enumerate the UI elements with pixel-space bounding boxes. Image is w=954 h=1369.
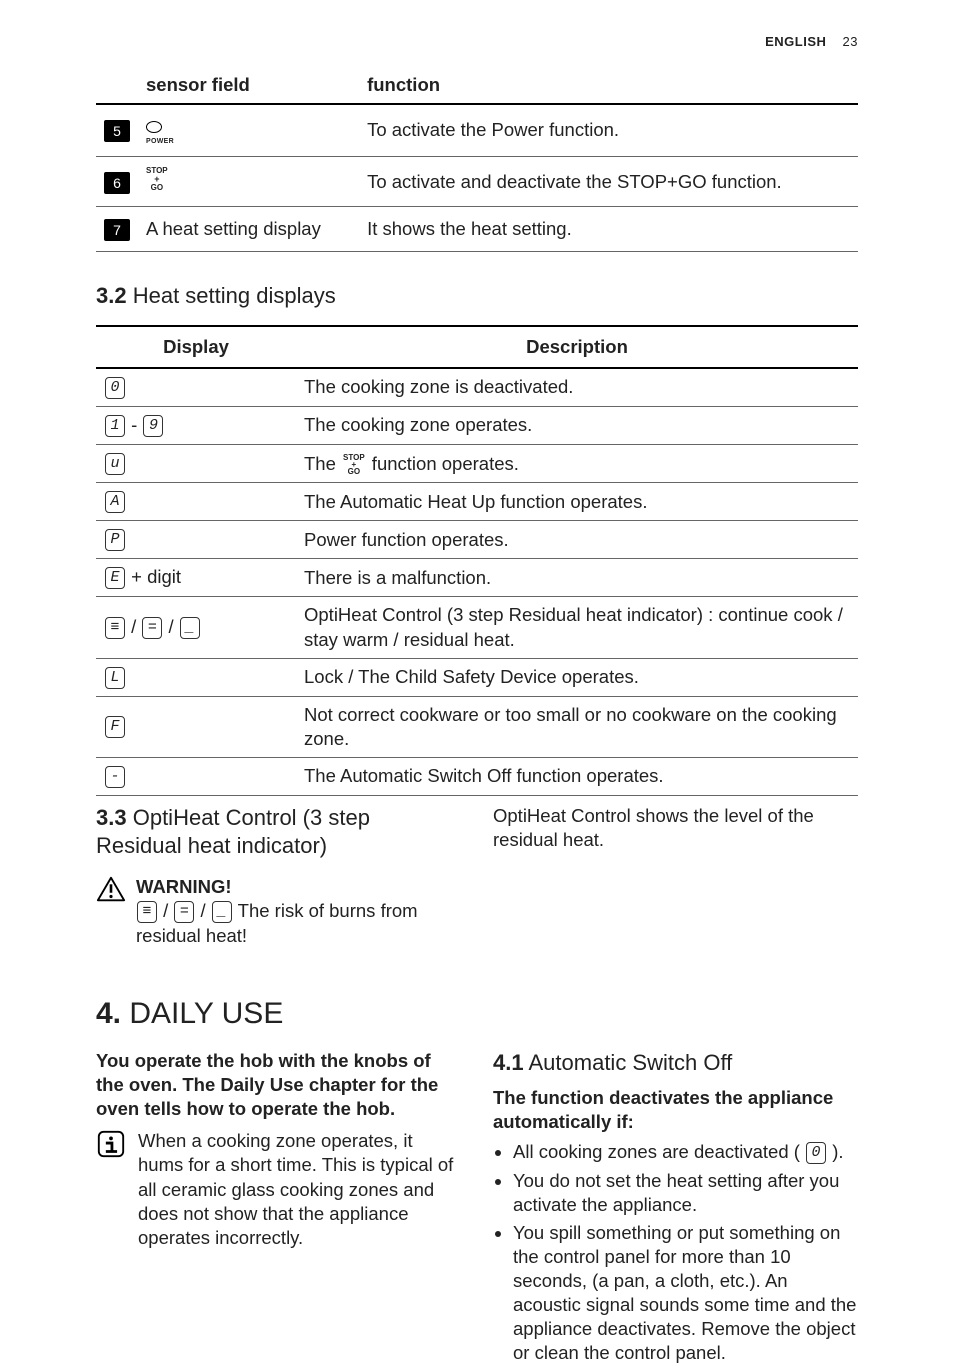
section-4-heading: 4. DAILY USE xyxy=(96,994,858,1033)
page-number: 23 xyxy=(843,34,858,49)
seg-icon: E xyxy=(105,567,125,589)
seg-icon: ≡ xyxy=(137,901,157,923)
seg-icon: _ xyxy=(180,617,200,639)
seg-icon: 1 xyxy=(105,415,125,437)
section-3-3-heading: 3.3 OptiHeat Control (3 step Residual he… xyxy=(96,804,461,861)
table1-header-function: function xyxy=(359,67,858,104)
heat-setting-table: Display Description 0 The cooking zone is… xyxy=(96,325,858,796)
section-number: 4.1 xyxy=(493,1050,524,1075)
description-cell: OptiHeat Control (3 step Residual heat i… xyxy=(296,597,858,658)
sensor-field-table: sensor field function 5 POWER To activate … xyxy=(96,67,858,252)
description-cell: Not correct cookware or too small or no … xyxy=(296,696,858,757)
function-cell: To activate and deactivate the STOP+GO f… xyxy=(359,157,858,207)
warning-block: WARNING! ≡ / = / _ The risk of burns fro… xyxy=(136,875,461,948)
description-cell: The STOP+GO function operates. xyxy=(296,445,858,483)
display-cell: - xyxy=(96,757,296,795)
row-number-box: 7 xyxy=(104,219,130,241)
display-cell: E + digit xyxy=(96,559,296,597)
stop-go-icon: STOP+GO xyxy=(146,167,168,192)
section-number: 3.2 xyxy=(96,283,127,308)
sensor-cell: STOP+GO xyxy=(138,157,359,207)
display-cell: 1 - 9 xyxy=(96,406,296,444)
display-cell: A xyxy=(96,483,296,521)
seg-icon: 9 xyxy=(143,415,163,437)
sensor-cell: POWER xyxy=(138,104,359,157)
section-title: OptiHeat Control (3 step Residual heat i… xyxy=(96,805,370,859)
function-head: The function deactivates the appliance a… xyxy=(493,1086,858,1134)
optiheat-description: OptiHeat Control shows the level of the … xyxy=(493,804,858,852)
display-cell: u xyxy=(96,445,296,483)
section-4-1-heading: 4.1 Automatic Switch Off xyxy=(493,1049,858,1078)
table1-header-sensor: sensor field xyxy=(138,67,359,104)
table2-header-display: Display xyxy=(96,326,296,368)
description-cell: There is a malfunction. xyxy=(296,559,858,597)
seg-icon: _ xyxy=(212,901,232,923)
display-cell: ≡ / = / _ xyxy=(96,597,296,658)
daily-use-intro: You operate the hob with the knobs of th… xyxy=(96,1049,461,1121)
display-cell: P xyxy=(96,521,296,559)
list-item: You do not set the heat setting after yo… xyxy=(513,1169,858,1217)
seg-icon: = xyxy=(142,617,162,639)
description-cell: Power function operates. xyxy=(296,521,858,559)
seg-icon: L xyxy=(105,667,125,689)
section-number: 4. xyxy=(96,997,121,1030)
display-cell: F xyxy=(96,696,296,757)
auto-switch-off-list: All cooking zones are deactivated ( 0 ).… xyxy=(493,1140,858,1365)
seg-icon: F xyxy=(105,716,125,738)
page-header: ENGLISH 23 xyxy=(96,34,858,51)
warning-text: ≡ / = / _ The risk of burns from residua… xyxy=(136,899,461,948)
seg-icon: 0 xyxy=(105,377,125,399)
row-number-box: 5 xyxy=(104,120,130,142)
seg-icon: ≡ xyxy=(105,617,125,639)
lang-label: ENGLISH xyxy=(765,34,826,49)
section-3-3: 3.3 OptiHeat Control (3 step Residual he… xyxy=(96,804,858,948)
seg-icon: 0 xyxy=(806,1142,826,1164)
seg-icon: A xyxy=(105,491,125,513)
section-title: Automatic Switch Off xyxy=(529,1050,733,1075)
table2-header-description: Description xyxy=(296,326,858,368)
function-cell: It shows the heat setting. xyxy=(359,207,858,252)
description-cell: The Automatic Heat Up function operates. xyxy=(296,483,858,521)
description-cell: Lock / The Child Safety Device operates. xyxy=(296,658,858,696)
seg-icon: P xyxy=(105,529,125,551)
function-cell: To activate the Power function. xyxy=(359,104,858,157)
display-cell: 0 xyxy=(96,368,296,407)
description-cell: The cooking zone is deactivated. xyxy=(296,368,858,407)
info-icon xyxy=(96,1129,126,1159)
row-number-box: 6 xyxy=(104,172,130,194)
seg-icon: = xyxy=(174,901,194,923)
sensor-cell: A heat setting display xyxy=(138,207,359,252)
description-cell: The cooking zone operates. xyxy=(296,406,858,444)
section-title: Heat setting displays xyxy=(133,283,336,308)
section-title: DAILY USE xyxy=(129,997,283,1030)
stop-go-icon: STOP+GO xyxy=(343,454,365,476)
section-number: 3.3 xyxy=(96,805,127,830)
seg-icon: u xyxy=(105,453,125,475)
display-cell: L xyxy=(96,658,296,696)
warning-icon xyxy=(96,875,126,903)
list-item: All cooking zones are deactivated ( 0 ). xyxy=(513,1140,858,1165)
warning-label: WARNING! xyxy=(136,875,461,899)
info-text: When a cooking zone operates, it hums fo… xyxy=(138,1129,461,1249)
list-item: You spill something or put something on … xyxy=(513,1221,858,1365)
section-3-2-heading: 3.2 Heat setting displays xyxy=(96,282,858,311)
power-icon: POWER xyxy=(146,116,351,146)
description-cell: The Automatic Switch Off function operat… xyxy=(296,757,858,795)
daily-use-columns: You operate the hob with the knobs of th… xyxy=(96,1049,858,1369)
seg-icon: - xyxy=(105,766,125,788)
